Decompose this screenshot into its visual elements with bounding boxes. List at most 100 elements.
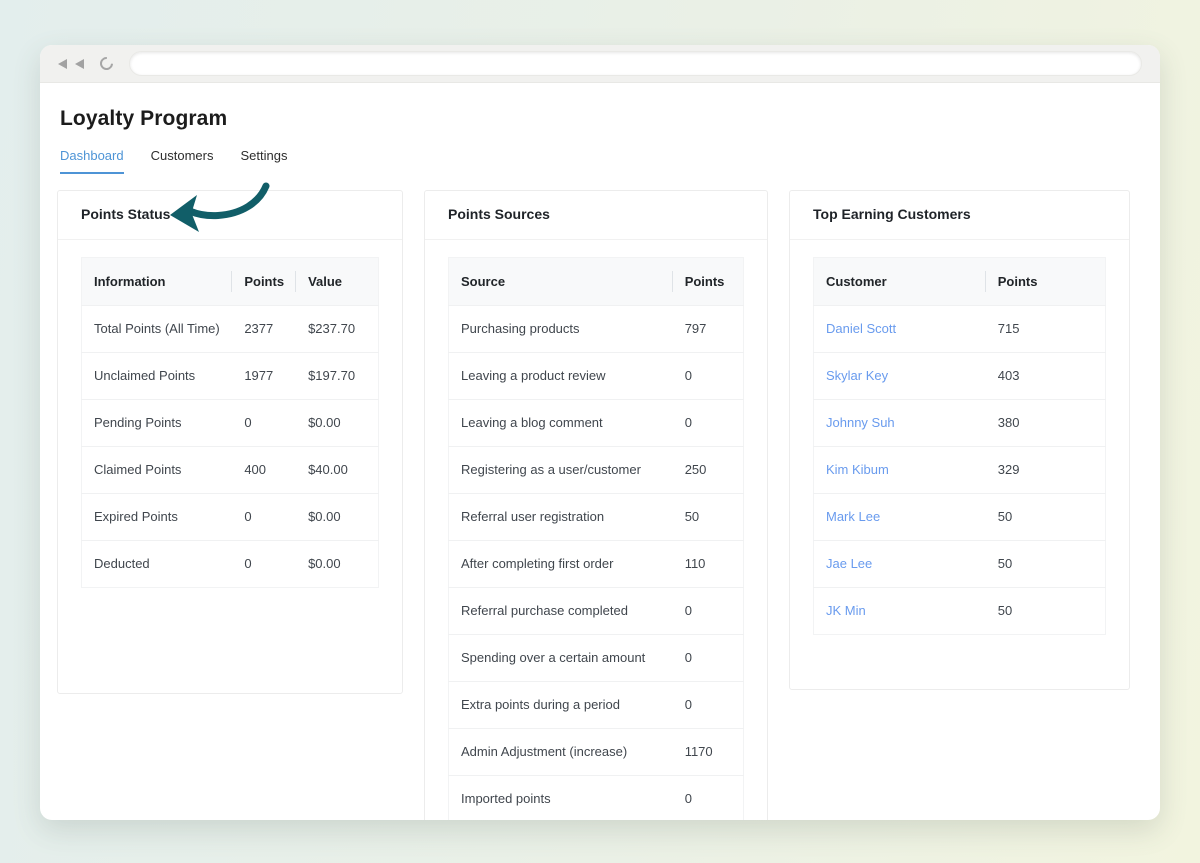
customer-points: 50 [986,541,1106,588]
status-value: $40.00 [296,447,378,494]
status-value: $0.00 [296,494,378,541]
customer-link[interactable]: Jae Lee [826,556,872,571]
column-header-value: Value [296,258,378,306]
url-bar[interactable] [129,51,1142,76]
table-row: Total Points (All Time) 2377 $237.70 [82,306,379,353]
customer-link[interactable]: Johnny Suh [826,415,895,430]
tab-settings[interactable]: Settings [240,148,287,174]
status-label: Pending Points [82,400,233,447]
column-header-points: Points [986,258,1106,306]
points-status-title: Points Status [81,206,170,222]
browser-window: Loyalty Program Dashboard Customers Sett… [40,45,1160,820]
status-points: 1977 [232,353,296,400]
points-status-header: Points Status [58,191,402,240]
source-points: 250 [673,447,744,494]
status-value: $197.70 [296,353,378,400]
status-points: 0 [232,400,296,447]
top-customers-table: Customer Points Daniel Scott 715 Skylar … [813,257,1106,635]
tab-customers[interactable]: Customers [151,148,214,174]
table-row: Claimed Points 400 $40.00 [82,447,379,494]
table-row: Johnny Suh 380 [814,400,1106,447]
customer-link[interactable]: JK Min [826,603,866,618]
hand-drawn-arrow-icon [164,182,270,239]
table-row: Deducted 0 $0.00 [82,541,379,588]
top-customers-body: Customer Points Daniel Scott 715 Skylar … [790,240,1129,653]
customer-points: 329 [986,447,1106,494]
source-points: 0 [673,776,744,821]
table-row: Pending Points 0 $0.00 [82,400,379,447]
page-content: Loyalty Program Dashboard Customers Sett… [40,83,1160,820]
table-row: JK Min 50 [814,588,1106,635]
status-value: $0.00 [296,541,378,588]
customer-link[interactable]: Skylar Key [826,368,888,383]
source-label: Spending over a certain amount [449,635,673,682]
points-status-table: Information Points Value Total Points (A… [81,257,379,588]
top-customers-header: Top Earning Customers [790,191,1129,240]
status-label: Claimed Points [82,447,233,494]
table-header-row: Information Points Value [82,258,379,306]
source-points: 0 [673,353,744,400]
customer-points: 380 [986,400,1106,447]
page-title: Loyalty Program [60,107,1132,131]
table-row: After completing first order 110 [449,541,744,588]
source-points: 0 [673,682,744,729]
table-row: Referral user registration 50 [449,494,744,541]
column-header-source: Source [449,258,673,306]
column-header-points: Points [232,258,296,306]
source-label: Admin Adjustment (increase) [449,729,673,776]
table-row: Unclaimed Points 1977 $197.70 [82,353,379,400]
points-sources-body: Source Points Purchasing products 797 Le… [425,240,767,820]
status-points: 2377 [232,306,296,353]
column-header-points: Points [673,258,744,306]
column-header-customer: Customer [814,258,986,306]
points-sources-header: Points Sources [425,191,767,240]
status-value: $0.00 [296,400,378,447]
status-value: $237.70 [296,306,378,353]
table-header-row: Source Points [449,258,744,306]
table-row: Mark Lee 50 [814,494,1106,541]
top-customers-title: Top Earning Customers [813,206,971,222]
table-row: Skylar Key 403 [814,353,1106,400]
tab-bar: Dashboard Customers Settings [60,148,1132,174]
back-icon[interactable] [58,59,67,69]
source-points: 110 [673,541,744,588]
status-points: 0 [232,541,296,588]
table-row: Daniel Scott 715 [814,306,1106,353]
customer-points: 50 [986,494,1106,541]
status-points: 0 [232,494,296,541]
source-label: Leaving a product review [449,353,673,400]
status-label: Total Points (All Time) [82,306,233,353]
source-label: Registering as a user/customer [449,447,673,494]
tab-dashboard[interactable]: Dashboard [60,148,124,174]
status-points: 400 [232,447,296,494]
source-label: Referral user registration [449,494,673,541]
table-row: Registering as a user/customer 250 [449,447,744,494]
table-row: Admin Adjustment (increase) 1170 [449,729,744,776]
source-label: Leaving a blog comment [449,400,673,447]
source-label: Imported points [449,776,673,821]
table-row: Leaving a blog comment 0 [449,400,744,447]
top-customers-panel: Top Earning Customers Customer Points D [789,190,1130,690]
source-points: 797 [673,306,744,353]
customer-link[interactable]: Kim Kibum [826,462,889,477]
source-label: Extra points during a period [449,682,673,729]
status-label: Deducted [82,541,233,588]
points-sources-panel: Points Sources Source Points Purchasing [424,190,768,820]
customer-link[interactable]: Daniel Scott [826,321,896,336]
customer-points: 403 [986,353,1106,400]
customer-link[interactable]: Mark Lee [826,509,880,524]
back-icon-secondary[interactable] [75,59,84,69]
source-points: 0 [673,400,744,447]
browser-nav [58,57,113,70]
table-row: Kim Kibum 329 [814,447,1106,494]
table-row: Purchasing products 797 [449,306,744,353]
source-label: After completing first order [449,541,673,588]
status-label: Expired Points [82,494,233,541]
table-row: Extra points during a period 0 [449,682,744,729]
source-points: 0 [673,635,744,682]
source-label: Referral purchase completed [449,588,673,635]
customer-points: 715 [986,306,1106,353]
source-points: 0 [673,588,744,635]
source-label: Purchasing products [449,306,673,353]
refresh-icon[interactable] [97,54,115,72]
